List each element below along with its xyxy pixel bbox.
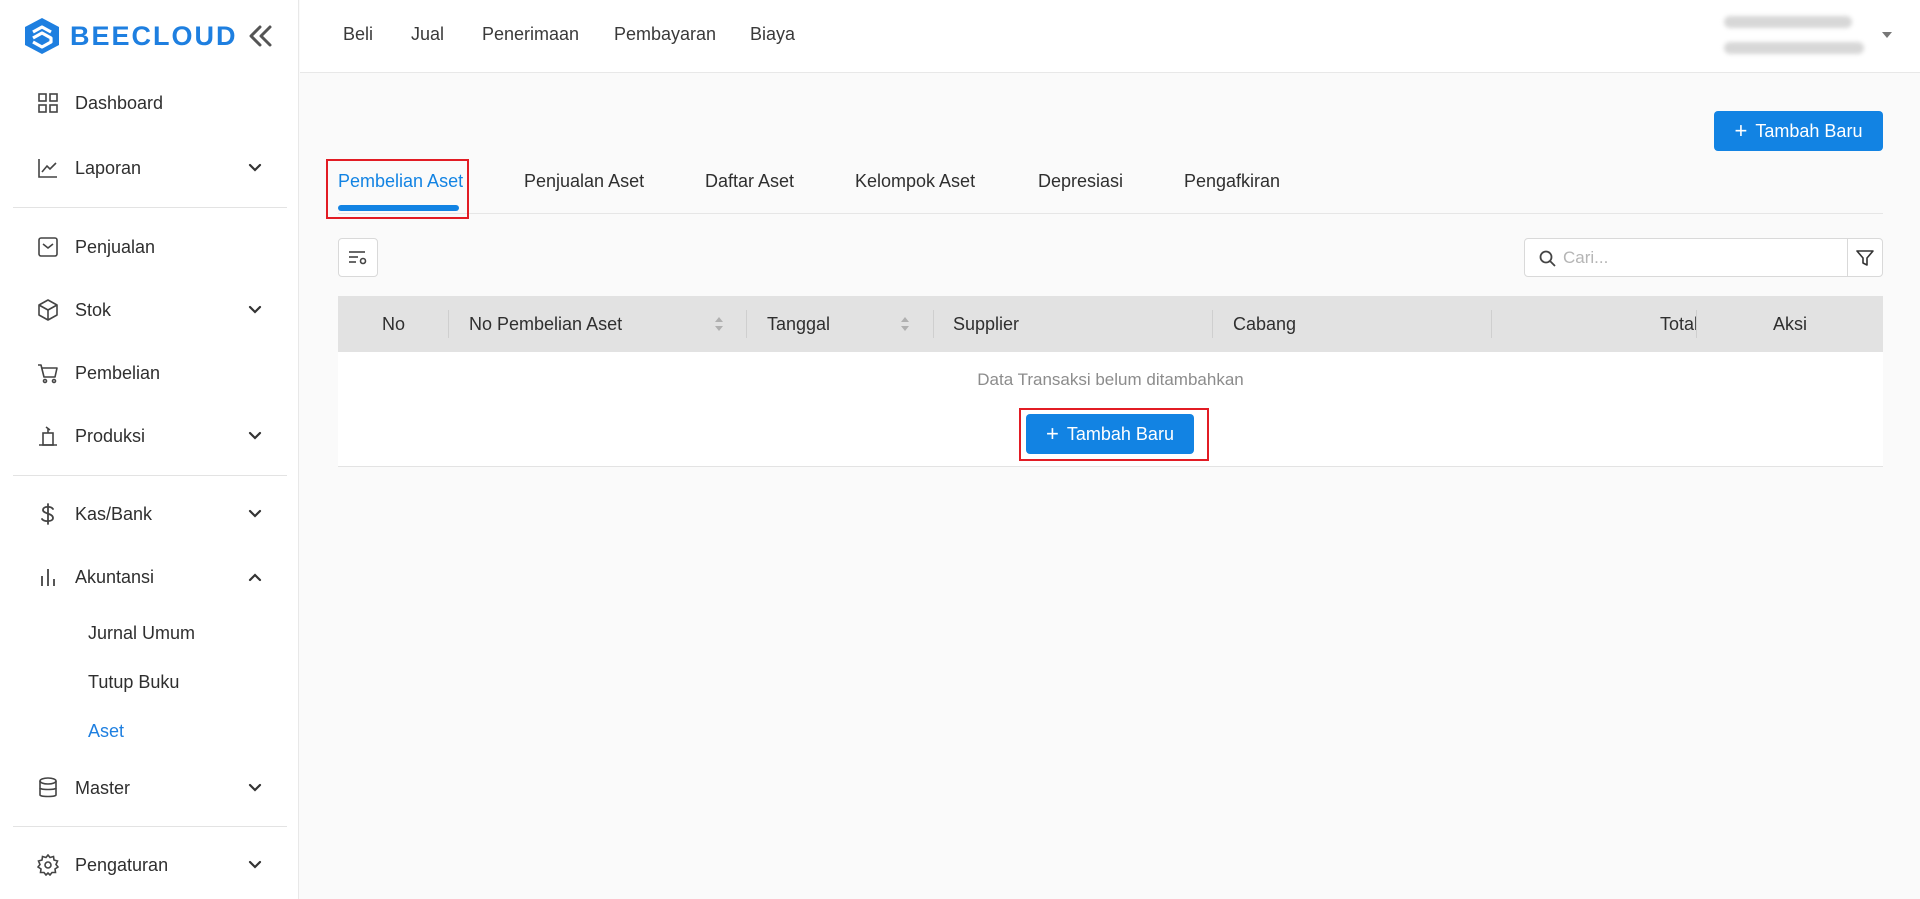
dollar-icon [41, 503, 54, 525]
sidebar-item-dashboard[interactable]: Dashboard [0, 81, 299, 125]
blurred-user-email [1724, 42, 1864, 54]
column-header-no-pembelian-aset[interactable]: No Pembelian Aset [469, 314, 622, 335]
sidebar-item-laporan[interactable]: Laporan [0, 146, 299, 190]
user-account-menu[interactable] [1724, 10, 1864, 60]
topnav-penerimaan[interactable]: Penerimaan [482, 24, 579, 45]
sidebar-subitem-aset[interactable]: Aset [88, 721, 124, 742]
cart-icon [38, 364, 58, 384]
chevron-down-icon [248, 431, 262, 440]
bar-chart-icon [41, 569, 55, 586]
sidebar-divider [13, 475, 287, 476]
beecloud-logo-icon [25, 18, 59, 54]
column-separator [1696, 310, 1697, 338]
sidebar-subitem-jurnal-umum[interactable]: Jurnal Umum [88, 623, 195, 644]
sidebar: BEECLOUD Dashboard Laporan Penjualan Sto… [0, 0, 299, 899]
sidebar-item-kas-bank[interactable]: Kas/Bank [0, 492, 299, 536]
sidebar-item-pengaturan[interactable]: Pengaturan [0, 843, 299, 887]
tab-penjualan-aset[interactable]: Penjualan Aset [524, 171, 644, 192]
database-icon [39, 777, 57, 798]
topnav-pembayaran[interactable]: Pembayaran [614, 24, 716, 45]
topnav-jual[interactable]: Jual [411, 24, 444, 45]
tab-depresiasi[interactable]: Depresiasi [1038, 171, 1123, 192]
column-settings-button[interactable] [338, 238, 378, 277]
highlight-box-add-button [1019, 408, 1209, 461]
tabs-baseline [338, 213, 1883, 214]
sidebar-item-label: Pembelian [75, 362, 161, 383]
column-header-tanggal[interactable]: Tanggal [767, 314, 830, 335]
add-new-button[interactable]: + Tambah Baru [1714, 111, 1883, 151]
column-separator [1491, 310, 1492, 338]
topnav-biaya[interactable]: Biaya [750, 24, 795, 45]
empty-state-message: Data Transaksi belum ditambahkan [977, 370, 1244, 389]
factory-icon [39, 426, 57, 446]
filter-button[interactable] [1847, 238, 1883, 277]
collapse-sidebar-icon[interactable] [246, 24, 274, 48]
sidebar-item-akuntansi[interactable]: Akuntansi [0, 555, 299, 599]
topnav-beli[interactable]: Beli [343, 24, 373, 45]
chart-line-icon [38, 159, 57, 178]
caret-down-icon[interactable] [1882, 32, 1892, 38]
sort-icon[interactable] [900, 316, 910, 332]
top-bar: Beli Jual Penerimaan Pembayaran Biaya [300, 0, 1920, 73]
column-settings-icon [349, 250, 367, 264]
receipt-icon [38, 237, 58, 257]
chevron-down-icon [248, 163, 262, 172]
column-header-no: No [382, 314, 406, 334]
column-separator [746, 310, 747, 338]
chevron-down-icon [248, 509, 262, 518]
brand-logo[interactable]: BEECLOUD [24, 16, 238, 56]
sidebar-item-master[interactable]: Master [0, 766, 299, 810]
search-box [1524, 238, 1848, 277]
column-header-aksi: Aksi [1773, 314, 1808, 334]
sidebar-item-label: Produksi [75, 425, 146, 446]
sort-icon[interactable] [714, 316, 724, 332]
sidebar-item-label: Kas/Bank [75, 503, 153, 524]
sidebar-item-stok[interactable]: Stok [0, 288, 299, 332]
sidebar-divider [13, 826, 287, 827]
chevron-down-icon [248, 860, 262, 869]
chevron-down-icon [248, 783, 262, 792]
tab-daftar-aset[interactable]: Daftar Aset [705, 171, 794, 192]
sidebar-divider [13, 207, 287, 208]
add-new-label: Tambah Baru [1755, 120, 1863, 141]
sidebar-item-label: Dashboard [75, 92, 164, 113]
gear-icon [37, 854, 59, 876]
highlight-box-tab [326, 159, 469, 219]
chevron-down-icon [248, 305, 262, 314]
dashboard-grid-icon [38, 93, 58, 113]
sidebar-subitem-tutup-buku[interactable]: Tutup Buku [88, 672, 179, 693]
box-icon [38, 299, 58, 321]
chevron-up-icon [248, 573, 262, 582]
blurred-company-name [1724, 16, 1852, 28]
tab-kelompok-aset[interactable]: Kelompok Aset [855, 171, 975, 192]
column-header-supplier: Supplier [953, 314, 1020, 334]
column-separator [933, 310, 934, 338]
sidebar-item-label: Laporan [75, 157, 142, 178]
search-icon [1539, 250, 1556, 267]
sidebar-item-label: Pengaturan [75, 854, 169, 875]
filter-icon [1856, 249, 1874, 266]
sidebar-item-label: Penjualan [75, 236, 156, 257]
tab-pengafkiran[interactable]: Pengafkiran [1184, 171, 1280, 192]
sidebar-item-penjualan[interactable]: Penjualan [0, 225, 299, 269]
sidebar-item-pembelian[interactable]: Pembelian [0, 351, 299, 395]
search-input[interactable] [1563, 245, 1833, 271]
sidebar-item-label: Master [75, 777, 131, 798]
brand-name: BEECLOUD [70, 20, 238, 51]
column-separator [448, 310, 449, 338]
column-separator [1212, 310, 1213, 338]
sidebar-item-label: Stok [75, 299, 112, 320]
table-header: No No Pembelian Aset Tanggal Supplier Ca… [338, 296, 1883, 352]
sidebar-item-label: Akuntansi [75, 566, 155, 587]
sidebar-item-produksi[interactable]: Produksi [0, 414, 299, 458]
column-header-cabang: Cabang [1233, 314, 1297, 334]
plus-icon: + [1734, 118, 1748, 143]
column-header-total: Total [1659, 314, 1698, 334]
